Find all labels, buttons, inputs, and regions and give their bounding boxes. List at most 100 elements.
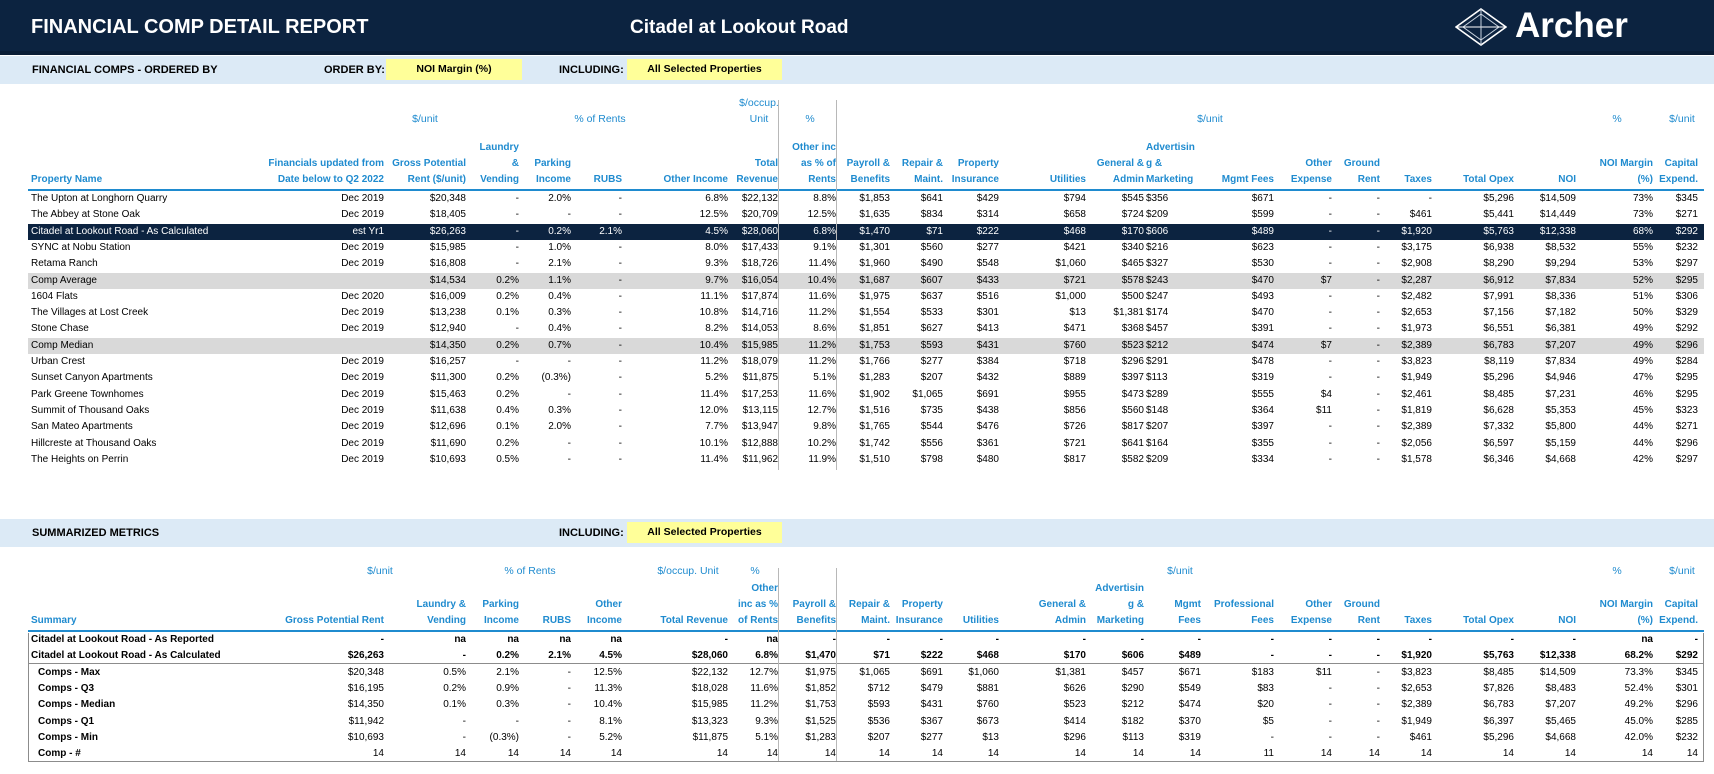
comp-column-header[interactable]: Other inc as % of Rents <box>780 140 836 188</box>
comp-column-header[interactable]: Utilities <box>1001 172 1086 188</box>
summary-column-header[interactable]: Professional Fees <box>1203 597 1274 629</box>
summary-column-header[interactable]: Gross Potential Rent <box>2 613 384 629</box>
comp-row[interactable]: The Upton at Longhorn Quarry Dec 2019 $20,… <box>28 191 1704 207</box>
comp-cell: $2,653 <box>1401 307 1432 319</box>
comp-cell: $6,346 <box>1483 453 1514 465</box>
comp-column-header[interactable]: Total Revenue <box>730 156 778 188</box>
comp-row[interactable]: Summit of Thousand Oaks Dec 2019 $11,638 0.… <box>28 403 1704 419</box>
comp-cell: $889 <box>1063 372 1086 384</box>
comp-cell: $413 <box>976 323 999 335</box>
summary-column-header[interactable]: Ground Rent <box>1334 597 1380 629</box>
summary-including-select[interactable]: All Selected Properties <box>627 522 782 543</box>
comp-column-header[interactable]: Parking Income <box>521 156 571 188</box>
comp-row[interactable]: San Mateo Apartments Dec 2019 $12,696 0.1% 2… <box>28 419 1704 435</box>
summary-column-header[interactable]: General & Admin <box>1001 597 1086 629</box>
comp-row[interactable]: Citadel at Lookout Road - As Calculated e… <box>28 223 1704 240</box>
comp-column-header[interactable]: RUBS <box>573 172 622 188</box>
comp-column-header[interactable]: Mgmt Fees <box>1148 172 1274 188</box>
comp-column-header[interactable]: Other Expense <box>1276 156 1332 188</box>
comp-row[interactable]: Sunset Canyon Apartments Dec 2019 $11,300 0… <box>28 370 1704 386</box>
comp-column-header[interactable]: Gross Potential Rent ($/unit) <box>386 156 466 188</box>
comp-row[interactable]: Hillcreste at Thousand Oaks Dec 2019 $11,6… <box>28 436 1704 452</box>
comp-column-header[interactable]: Laundry & Vending <box>468 140 519 188</box>
comp-row[interactable]: Retama Ranch Dec 2019 $16,808-2.1% -9.3% $18… <box>28 256 1704 272</box>
summary-column-header[interactable]: Other Expense <box>1276 597 1332 629</box>
summary-column-header[interactable]: RUBS <box>521 613 571 629</box>
comp-cell: $1,516 <box>859 404 890 416</box>
comp-row[interactable]: Park Greene Townhomes Dec 2019 $15,463 0.2%… <box>28 387 1704 403</box>
comp-column-header[interactable]: General & Admin <box>1088 156 1144 188</box>
comp-cell: $2,389 <box>1401 421 1432 433</box>
comp-cell: $431 <box>976 339 999 351</box>
comp-cell: - <box>515 193 519 204</box>
comp-cell: $1,851 <box>859 323 890 335</box>
comp-cell: 5.1% <box>813 372 836 384</box>
summary-column-header[interactable]: Mgmt Fees <box>1146 597 1201 629</box>
summary-column-header[interactable]: Advertisin g & Marketing <box>1088 581 1144 629</box>
comp-row[interactable]: The Heights on Perrin Dec 2019 $10,693 0.5%… <box>28 452 1704 468</box>
comp-cell: 0.4% <box>496 404 519 416</box>
comp-cell: $8,119 <box>1484 356 1514 367</box>
summary-column-header[interactable]: NOI <box>1516 613 1576 629</box>
comp-row[interactable]: Urban Crest Dec 2019 $16,257- - -11.2% $18,07… <box>28 354 1704 370</box>
comp-cell: - <box>1376 388 1380 400</box>
comp-cell: 9.1% <box>813 241 836 253</box>
summary-column-header[interactable]: Parking Income <box>468 597 519 629</box>
comp-row[interactable]: 1604 Flats Dec 2020 $16,009 0.2% 0.4% -11.1% $… <box>28 289 1704 305</box>
comp-column-header[interactable]: NOI Margin (%) <box>1578 156 1653 188</box>
comp-column-header[interactable]: Financials updated from Date below to Q2 … <box>2 156 384 188</box>
summary-column-header[interactable]: Capital Expend. <box>1655 597 1698 629</box>
comp-column-header[interactable]: Capital Expend. <box>1655 156 1698 188</box>
comp-cell: 11.6% <box>808 388 836 400</box>
comp-cell: $490 <box>920 258 943 270</box>
comp-column-header[interactable]: Ground Rent <box>1334 156 1380 188</box>
comp-cell: $306 <box>1675 290 1698 302</box>
summary-column-header[interactable]: Repair & Maint. <box>838 597 890 629</box>
comp-cell: $1,301 <box>859 241 890 253</box>
comp-cell: - <box>1376 307 1380 319</box>
comp-row[interactable]: The Villages at Lost Creek Dec 2019 $13,23… <box>28 305 1704 321</box>
comp-column-header[interactable]: NOI <box>1516 172 1576 188</box>
summary-column-header[interactable]: Other inc as % of Rents <box>730 581 778 629</box>
comp-column-header[interactable]: Total Opex <box>1434 172 1514 188</box>
comp-row[interactable]: Stone Chase Dec 2019 $12,940-0.4% -8.2% $14,… <box>28 321 1704 337</box>
including-select[interactable]: All Selected Properties <box>627 59 782 80</box>
comp-row[interactable]: Comp Average $14,534 0.2% 1.1% -9.7% $16,054 1… <box>28 272 1704 289</box>
summary-column-header[interactable]: Payroll & Benefits <box>780 597 836 629</box>
property-title: Citadel at Lookout Road <box>630 17 849 38</box>
comp-cell: $7,834 <box>1545 356 1576 367</box>
comp-column-header[interactable]: Property Insurance <box>945 156 999 188</box>
comp-row[interactable]: SYNC at Nobu Station Dec 2019 $15,985-1.0%… <box>28 240 1704 256</box>
comp-cell: 2.0% <box>548 193 571 204</box>
comp-cell: $2,389 <box>1401 339 1432 351</box>
comp-cell: - <box>515 209 519 221</box>
order-by-select[interactable]: NOI Margin (%) <box>386 59 522 80</box>
comp-cell: $296 <box>1675 437 1698 449</box>
comp-cell: - <box>567 356 571 367</box>
comp-cell: (0.3%) <box>541 372 571 384</box>
comp-group-header: $/unit <box>1197 113 1223 125</box>
summary-column-header[interactable]: Property Insurance <box>892 597 943 629</box>
comp-cell: $1,853 <box>859 193 890 204</box>
comp-cell: $470 <box>1251 274 1274 286</box>
comp-column-header[interactable]: Repair & Maint. <box>892 156 943 188</box>
comp-revenue-divider <box>778 100 779 470</box>
summary-column-header[interactable]: Utilities <box>945 613 999 629</box>
comp-column-header[interactable]: Taxes <box>1382 172 1432 188</box>
comp-cell: $297 <box>1675 453 1698 465</box>
summary-column-header[interactable]: Other Income <box>573 597 622 629</box>
comp-row[interactable]: Comp Median $14,350 0.2% 0.7% -10.4% $15,985 1… <box>28 337 1704 354</box>
comp-cell: - <box>618 323 622 335</box>
summary-column-header[interactable]: Laundry & Vending <box>386 597 466 629</box>
comp-cell: 11.2% <box>808 307 836 319</box>
comp-column-header[interactable]: Other Income <box>624 172 728 188</box>
comp-cell: $384 <box>976 356 999 367</box>
summary-including-label: INCLUDING: <box>559 527 624 539</box>
summary-column-header[interactable]: NOI Margin (%) <box>1578 597 1653 629</box>
summary-column-header[interactable]: Taxes <box>1382 613 1432 629</box>
comp-cell <box>2 338 384 354</box>
comp-column-header[interactable]: Payroll & Benefits <box>838 156 890 188</box>
summary-column-header[interactable]: Total Opex <box>1434 613 1514 629</box>
summary-column-header[interactable]: Total Revenue <box>624 613 728 629</box>
comp-row[interactable]: The Abbey at Stone Oak Dec 2019 $18,405- - -… <box>28 207 1704 223</box>
